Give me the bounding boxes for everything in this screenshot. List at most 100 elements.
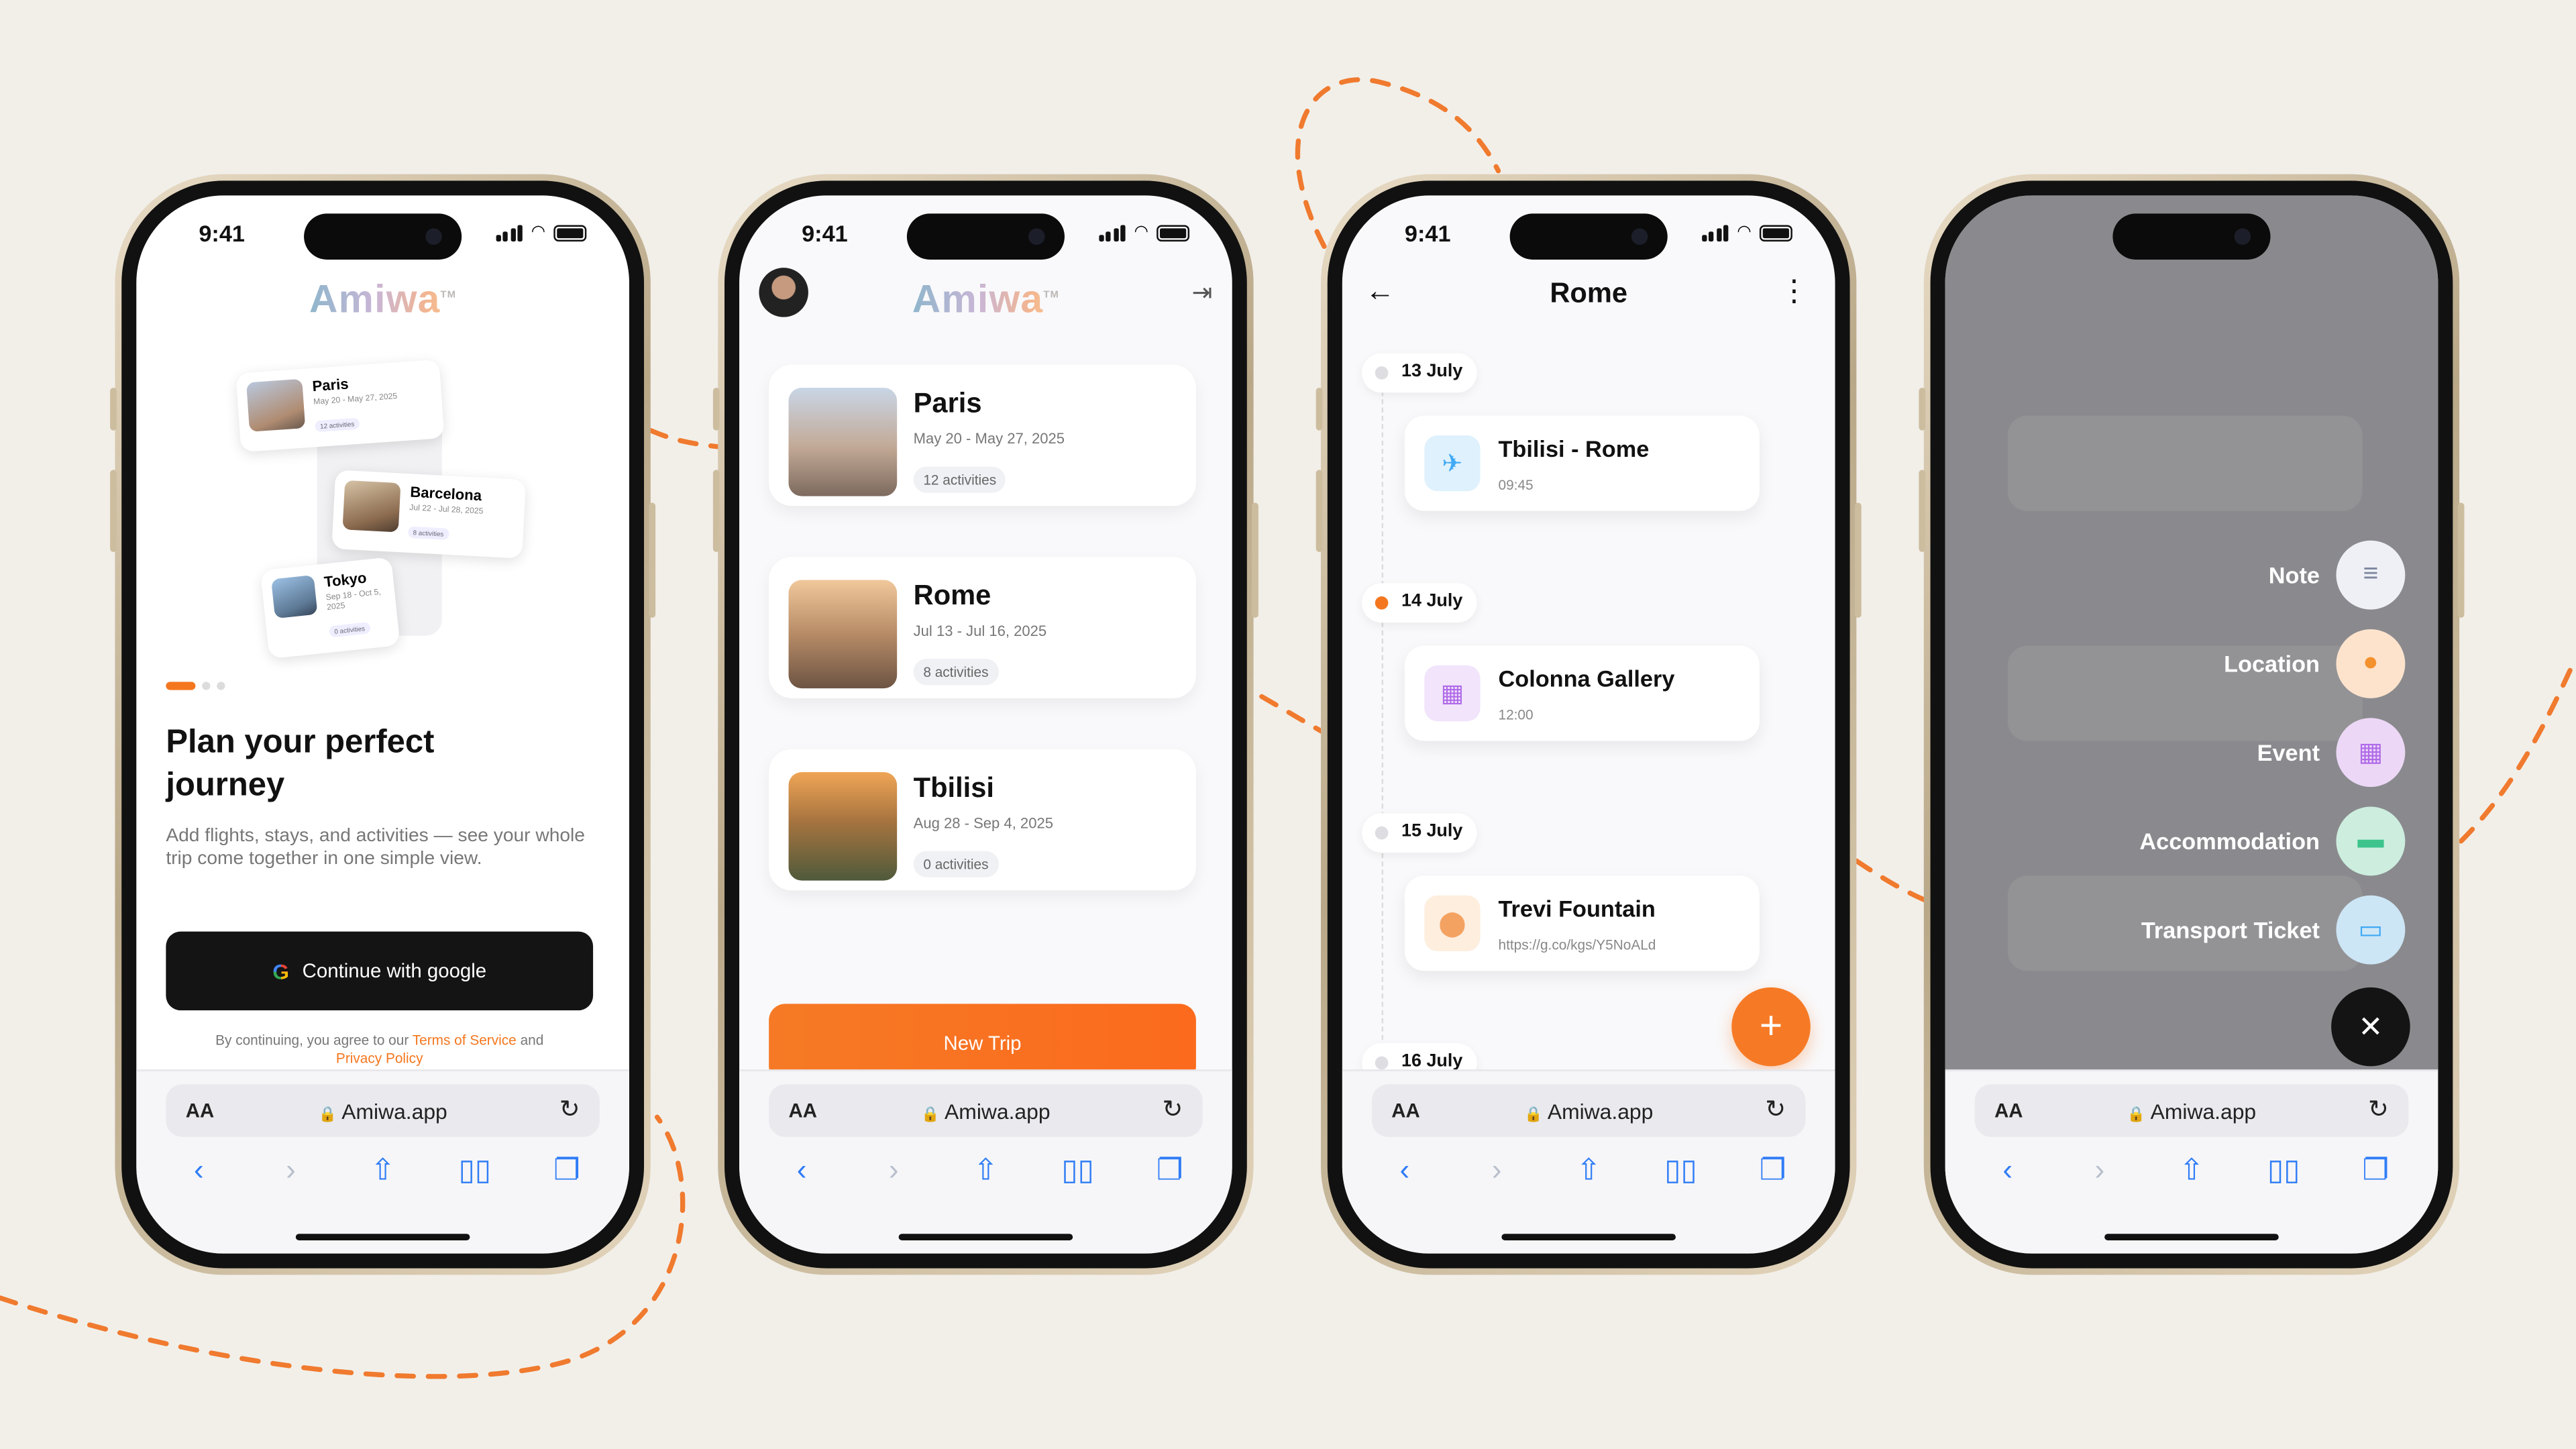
tabs-icon[interactable]: ❐ xyxy=(1753,1152,1792,1187)
bookmarks-icon[interactable]: ▯▯ xyxy=(1058,1152,1097,1187)
dynamic-island xyxy=(304,213,462,260)
note-icon: ≡ xyxy=(2336,540,2406,610)
url-text: Amiwa.app xyxy=(166,1099,600,1124)
app-logo: AmiwaTM xyxy=(912,278,1059,324)
wifi-icon: ◠ xyxy=(1134,223,1148,242)
activities-badge: 0 activities xyxy=(913,851,999,877)
activities-badge: 12 activities xyxy=(913,466,1006,493)
bookmarks-icon[interactable]: ▯▯ xyxy=(1661,1152,1701,1187)
trip-photo xyxy=(788,580,898,689)
tabs-icon[interactable]: ❐ xyxy=(547,1152,587,1187)
event-card-gallery[interactable]: ▦ Colonna Gallery 12:00 xyxy=(1404,645,1760,741)
forward-arrow-icon[interactable]: › xyxy=(2080,1152,2119,1187)
address-bar[interactable]: AA Amiwa.app ↻ xyxy=(769,1084,1203,1137)
bookmarks-icon[interactable]: ▯▯ xyxy=(455,1152,494,1187)
address-bar[interactable]: AA Amiwa.app ↻ xyxy=(1974,1084,2409,1137)
menu-item-transport-ticket[interactable]: Transport Ticket ▭ xyxy=(2141,895,2406,965)
close-icon: ✕ xyxy=(2358,1009,2383,1042)
trip-card-rome[interactable]: Rome Jul 13 - Jul 16, 2025 8 activities xyxy=(769,557,1196,707)
browser-toolbar: AA Amiwa.app ↻ ‹ › ⇧ ▯▯ ❐ xyxy=(136,1069,629,1254)
battery-icon xyxy=(1759,225,1792,242)
home-indicator xyxy=(295,1234,470,1240)
home-indicator xyxy=(2104,1234,2279,1240)
home-indicator xyxy=(1501,1234,1676,1240)
browser-toolbar: AA Amiwa.app ↻ ‹ › ⇧ ▯▯ ❐ xyxy=(739,1069,1232,1254)
menu-item-event[interactable]: Event ▦ xyxy=(2257,718,2406,788)
url-text: Amiwa.app xyxy=(1975,1099,2409,1124)
status-time: 9:41 xyxy=(1404,220,1451,247)
activities-badge: 8 activities xyxy=(913,659,999,686)
share-icon[interactable]: ⇧ xyxy=(1569,1152,1609,1187)
address-bar[interactable]: AA Amiwa.app ↻ xyxy=(1371,1084,1806,1137)
reload-icon[interactable]: ↻ xyxy=(1765,1094,1786,1124)
share-icon[interactable]: ⇧ xyxy=(363,1152,402,1187)
status-time: 9:41 xyxy=(199,220,245,247)
share-icon[interactable]: ⇧ xyxy=(966,1152,1006,1187)
google-signin-button[interactable]: G Continue with google xyxy=(166,931,594,1011)
reload-icon[interactable]: ↻ xyxy=(2368,1094,2389,1124)
forward-arrow-icon[interactable]: › xyxy=(1477,1152,1517,1187)
tabs-icon[interactable]: ❐ xyxy=(1150,1152,1189,1187)
phone-trips: 9:41 ◠ AmiwaTM ⇥ Paris May 20 - May 27, … xyxy=(712,174,1258,1275)
add-item-button[interactable]: + xyxy=(1731,987,1811,1067)
more-options-icon[interactable]: ⋮ xyxy=(1779,274,1809,309)
back-arrow-icon[interactable]: ‹ xyxy=(179,1152,219,1187)
user-avatar[interactable] xyxy=(759,268,808,317)
battery-icon xyxy=(1157,225,1190,242)
calendar-icon: ▦ xyxy=(1424,665,1481,722)
status-bar: 9:41 ◠ xyxy=(136,195,629,271)
signal-icon xyxy=(496,225,523,242)
bookmarks-icon[interactable]: ▯▯ xyxy=(2264,1152,2304,1187)
back-arrow-icon[interactable]: ‹ xyxy=(1988,1152,2027,1187)
trip-card-tbilisi[interactable]: Tbilisi Aug 28 - Sep 4, 2025 0 activitie… xyxy=(769,749,1196,899)
pin-icon: ⬤ xyxy=(1424,895,1481,951)
trip-card-paris[interactable]: Paris May 20 - May 27, 2025 12 activitie… xyxy=(769,364,1196,515)
page-title: Rome xyxy=(1550,277,1628,309)
home-indicator xyxy=(898,1234,1073,1240)
reload-icon[interactable]: ↻ xyxy=(1162,1094,1183,1124)
phone-timeline: 9:41 ◠ ← Rome ⋮ 13 July ✈ Tbilisi - Rome… xyxy=(1316,174,1862,1275)
menu-item-accommodation[interactable]: Accommodation ▬ xyxy=(2139,806,2406,876)
trip-photo xyxy=(788,772,898,881)
plus-icon: + xyxy=(1759,1004,1783,1049)
pin-icon: ● xyxy=(2336,629,2406,698)
reload-icon[interactable]: ↻ xyxy=(559,1094,580,1124)
forward-arrow-icon[interactable]: › xyxy=(874,1152,914,1187)
url-text: Amiwa.app xyxy=(1372,1099,1806,1124)
dynamic-island xyxy=(1509,213,1668,260)
event-card-flight[interactable]: ✈ Tbilisi - Rome 09:45 xyxy=(1404,415,1760,511)
forward-arrow-icon[interactable]: › xyxy=(271,1152,311,1187)
back-arrow-icon[interactable]: ‹ xyxy=(782,1152,822,1187)
mini-card-barcelona: Barcelona Jul 22 - Jul 28, 2025 8 activiti… xyxy=(331,470,527,559)
mini-card-tokyo: Tokyo Sep 18 - Oct 5, 2025 0 activities xyxy=(260,557,400,659)
dynamic-island xyxy=(906,213,1065,260)
status-bar: 9:41 ◠ xyxy=(1342,195,1835,271)
wifi-icon: ◠ xyxy=(1737,223,1752,242)
logout-icon[interactable]: ⇥ xyxy=(1192,278,1213,307)
signal-icon xyxy=(1701,225,1729,242)
menu-item-location[interactable]: Location ● xyxy=(2224,629,2406,698)
url-text: Amiwa.app xyxy=(769,1099,1203,1124)
event-card-fountain[interactable]: ⬤ Trevi Fountain https://g.co/kgs/Y5NoAL… xyxy=(1404,875,1760,971)
app-logo: AmiwaTM xyxy=(309,278,456,324)
calendar-icon: ▦ xyxy=(2336,718,2406,788)
address-bar[interactable]: AA Amiwa.app ↻ xyxy=(166,1084,600,1137)
menu-item-note[interactable]: Note ≡ xyxy=(2269,540,2406,610)
battery-icon xyxy=(553,225,587,242)
tabs-icon[interactable]: ❐ xyxy=(2356,1152,2396,1187)
day-label: 15 July xyxy=(1362,813,1478,853)
terms-text: By continuing, you agree to our Terms of… xyxy=(215,1031,544,1067)
share-icon[interactable]: ⇧ xyxy=(2172,1152,2212,1187)
carousel-indicator[interactable] xyxy=(166,682,225,690)
back-arrow-icon[interactable]: ‹ xyxy=(1385,1152,1425,1187)
dynamic-island xyxy=(2112,213,2271,260)
terms-link[interactable]: Terms of Service xyxy=(413,1032,517,1048)
phone-add-menu: Note ≡ Location ● Event ▦ Accommodation … xyxy=(1919,174,2465,1275)
privacy-link[interactable]: Privacy Policy xyxy=(336,1050,423,1066)
phone-onboarding: 9:41 ◠ AmiwaTM Paris May 20 - May 27, 202… xyxy=(110,174,656,1275)
mini-card-paris: Paris May 20 - May 27, 2025 12 activities xyxy=(235,359,445,453)
close-menu-button[interactable]: ✕ xyxy=(2331,987,2410,1067)
signal-icon xyxy=(1098,225,1126,242)
browser-toolbar: AA Amiwa.app ↻ ‹ › ⇧ ▯▯ ❐ xyxy=(1945,1069,2438,1254)
day-label: 14 July xyxy=(1362,583,1478,623)
